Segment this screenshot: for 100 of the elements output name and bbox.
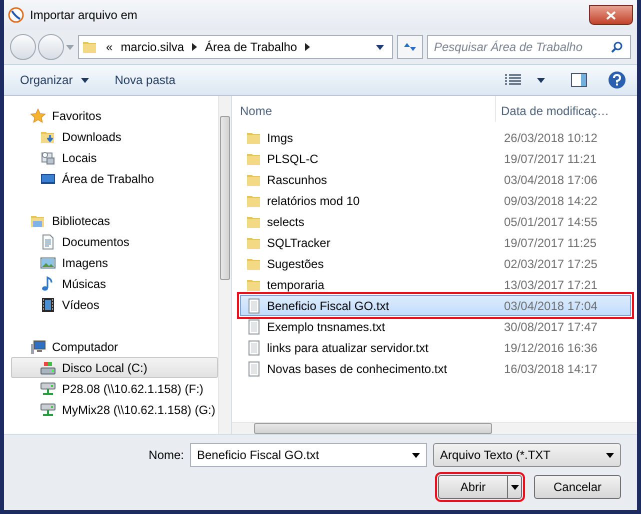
file-row[interactable]: Beneficio Fiscal GO.txt 03/04/2018 17:04 — [240, 295, 631, 316]
overflow-chevron[interactable]: « — [106, 38, 113, 56]
file-name: PLSQL-C — [267, 150, 318, 168]
new-folder-button[interactable]: Nova pasta — [106, 67, 184, 93]
file-date: 09/03/2018 14:22 — [503, 192, 598, 210]
dropdown-arrow-icon — [376, 44, 384, 50]
sidebar-item[interactable]: Downloads — [11, 126, 218, 147]
file-row[interactable]: Sugestões 02/03/2017 17:25 — [240, 253, 631, 274]
sidebar-item[interactable]: MyMix28 (\\10.62.1.158) (G:) — [11, 399, 218, 420]
search-icon — [611, 41, 623, 53]
sidebar-item[interactable]: Área de Trabalho — [11, 168, 218, 189]
breadcrumb-item[interactable]: marcio.silva — [120, 38, 184, 56]
file-row[interactable]: Rascunhos 03/04/2018 17:06 — [240, 169, 631, 190]
image-icon — [40, 254, 56, 270]
search-field[interactable]: Pesquisar Área de Trabalho — [427, 35, 631, 59]
file-row[interactable]: relatórios mod 10 09/03/2018 14:22 — [240, 190, 631, 211]
sidebar-group-header[interactable]: Computador — [4, 336, 218, 357]
file-row[interactable]: SQLTracker 19/07/2017 11:25 — [240, 232, 631, 253]
document-icon — [40, 234, 56, 250]
dropdown-arrow-icon — [412, 452, 420, 458]
breadcrumb-item[interactable]: Área de Trabalho — [205, 38, 298, 56]
file-row[interactable]: selects 05/01/2017 14:55 — [240, 211, 631, 232]
folder-icon — [82, 39, 98, 55]
file-row[interactable]: Exemplo tnsnames.txt 30/08/2017 17:47 — [240, 316, 631, 337]
list-view-icon — [505, 74, 521, 86]
dropdown-arrow-icon — [606, 452, 614, 458]
file-date: 02/03/2017 17:25 — [503, 256, 598, 272]
film-icon — [40, 296, 56, 312]
sidebar-item[interactable]: Documentos — [11, 231, 218, 252]
file-date: 03/04/2018 17:06 — [503, 172, 598, 188]
file-name: links para atualizar servidor.txt — [267, 340, 428, 356]
text-file-icon — [246, 360, 262, 376]
column-header[interactable]: Nome — [232, 96, 496, 122]
refresh-icon — [403, 41, 417, 53]
column-header[interactable]: Data de modificaç… — [496, 96, 614, 122]
file-date: 05/01/2017 14:55 — [503, 214, 598, 230]
file-name: Novas bases de conhecimento.txt — [267, 360, 448, 378]
network-drive-icon — [40, 402, 56, 418]
vertical-scrollbar[interactable] — [218, 96, 231, 434]
file-name: Sugestões — [267, 256, 324, 272]
dropdown-arrow-icon — [66, 44, 74, 50]
file-date: 19/12/2016 16:36 — [503, 340, 598, 356]
view-options-button[interactable] — [505, 74, 545, 86]
file-date: 13/03/2017 17:21 — [503, 276, 598, 294]
places-icon — [40, 150, 56, 166]
computer-icon — [30, 338, 46, 354]
text-file-icon — [246, 340, 262, 356]
caret-icon — [537, 78, 545, 82]
file-row[interactable]: PLSQL-C 19/07/2017 11:21 — [240, 148, 631, 169]
file-date: 16/03/2018 14:17 — [503, 360, 598, 378]
sidebar-item[interactable]: P28.08 (\\10.62.1.158) (F:) — [11, 378, 218, 399]
sidebar-item[interactable]: Disco Local (C:) — [11, 357, 218, 378]
caret-icon — [80, 78, 89, 82]
file-date: 26/03/2018 10:12 — [503, 130, 598, 146]
close-button[interactable] — [589, 5, 633, 25]
file-name: Beneficio Fiscal GO.txt — [267, 298, 390, 314]
file-date: 19/07/2017 11:25 — [503, 234, 597, 252]
network-drive-icon — [40, 380, 56, 396]
sidebar-item[interactable]: Músicas — [11, 273, 218, 294]
file-row[interactable]: temporaria 13/03/2017 17:21 — [240, 274, 631, 295]
file-name: selects — [267, 214, 304, 230]
file-date: 03/04/2018 17:04 — [503, 298, 598, 314]
file-name: relatórios mod 10 — [267, 192, 360, 210]
close-icon — [606, 10, 616, 20]
text-file-icon — [246, 298, 262, 314]
file-row[interactable]: links para atualizar servidor.txt 19/12/2016 16:36 — [240, 337, 631, 358]
sidebar-item[interactable]: Locais — [11, 147, 218, 168]
file-row[interactable]: Novas bases de conhecimento.txt 16/03/2018 14:17 — [240, 358, 631, 379]
file-date: 19/07/2017 11:21 — [503, 150, 597, 168]
file-name: Exemplo tnsnames.txt — [267, 318, 386, 336]
organize-button[interactable]: Organizar — [12, 67, 97, 93]
refresh-button[interactable] — [397, 35, 423, 59]
file-name: Rascunhos — [267, 172, 328, 188]
chevron-right-icon — [305, 43, 310, 51]
caret-icon — [510, 484, 518, 490]
sidebar-item[interactable]: Imagens — [11, 252, 218, 273]
sidebar-group-header[interactable]: Bibliotecas — [4, 210, 218, 231]
cancel-button[interactable]: Cancelar — [534, 475, 621, 499]
file-name: Imgs — [267, 130, 294, 146]
file-row[interactable]: Imgs 26/03/2018 10:12 — [240, 127, 631, 148]
drive-icon — [40, 360, 56, 376]
app-logo-icon — [8, 7, 24, 23]
file-type-dropdown[interactable]: Arquivo Texto (*.TXT — [433, 443, 621, 467]
open-button[interactable]: Abrir — [438, 475, 522, 499]
window-title: Importar arquivo em — [30, 7, 138, 24]
horizontal-scrollbar[interactable] — [232, 422, 637, 434]
star-icon — [30, 108, 46, 124]
sidebar-group-header[interactable]: Favoritos — [4, 105, 218, 126]
text-file-icon — [246, 318, 262, 334]
preview-pane-button[interactable] — [571, 72, 587, 88]
sidebar-item[interactable]: Vídeos — [11, 294, 218, 315]
help-icon — [608, 71, 626, 89]
file-date: 30/08/2017 17:47 — [503, 318, 598, 336]
chevron-right-icon — [192, 43, 198, 51]
file-name: SQLTracker — [267, 234, 330, 252]
file-name-field[interactable]: Beneficio Fiscal GO.txt — [190, 443, 427, 467]
preview-pane-icon — [571, 72, 587, 87]
file-name: temporaria — [267, 276, 324, 294]
field-label: Nome: — [148, 447, 184, 464]
address-bar[interactable]: « marcio.silva Área de Trabalho — [78, 35, 393, 59]
